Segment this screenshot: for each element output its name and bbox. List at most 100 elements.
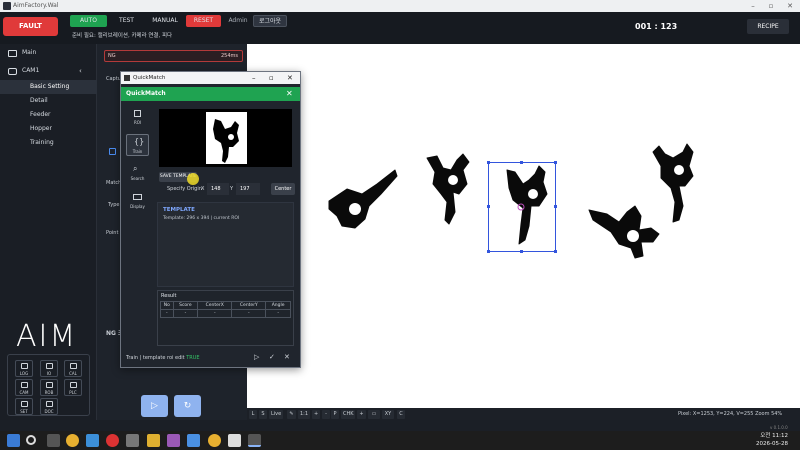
dialog-header: QuickMatch ✕ [121, 87, 300, 101]
ruler-icon[interactable]: ▭ [368, 410, 380, 419]
maximize-icon[interactable]: ▫ [762, 0, 780, 12]
sidebar-item-feeder[interactable]: Feeder [0, 108, 97, 122]
tool-live[interactable]: Live [269, 410, 283, 419]
monitor-icon [8, 50, 17, 57]
template-preview [159, 109, 292, 167]
ng-label: NG [108, 53, 116, 59]
clock-time: 오전 11:12 [760, 433, 788, 439]
template-section: TEMPLATE Template: 296 x 394 | current R… [157, 202, 294, 287]
image-viewer[interactable] [247, 44, 800, 408]
tool-doc[interactable]: DOC [40, 398, 58, 415]
fault-button[interactable]: FAULT [3, 17, 58, 36]
check-icon[interactable]: ✓ [269, 353, 275, 361]
app-icon-3[interactable] [106, 434, 119, 447]
sidebar-item-hopper[interactable]: Hopper [0, 122, 97, 136]
chrome-icon-2[interactable] [208, 434, 221, 447]
taskview-icon[interactable] [47, 434, 60, 447]
user-label: Admin [228, 17, 248, 24]
io-icon [46, 363, 53, 369]
sidebar-main-label: Main [22, 49, 37, 56]
x-label: X [201, 186, 205, 192]
app-icon-7[interactable] [228, 434, 241, 447]
cell-angle: - [265, 309, 291, 318]
close-window-icon[interactable]: ✕ [781, 0, 799, 12]
app-icon-6[interactable] [187, 434, 200, 447]
sidebar-item-main[interactable]: Main [0, 46, 97, 60]
origin-x-input[interactable]: 148 [207, 183, 229, 195]
app-icon-5[interactable] [167, 434, 180, 447]
manual-button[interactable]: MANUAL [147, 15, 183, 27]
play-button[interactable]: ▷ [141, 395, 168, 417]
dialog-minimize-icon[interactable]: – [252, 72, 256, 84]
tool-log[interactable]: LOG [15, 360, 33, 377]
center-button[interactable]: Center [271, 183, 295, 195]
pixel-readout: Pixel: X=1253, Y=224, V=255 Zoom 54% [678, 411, 783, 417]
zoom-in-button[interactable]: + [312, 410, 320, 419]
sidebar-item-cam1[interactable]: CAM1 ‹ [0, 64, 97, 78]
braces-icon: {} [134, 137, 145, 146]
sidebar-item-detail[interactable]: Detail [0, 94, 97, 108]
tool-plus-icon[interactable]: + [357, 410, 366, 419]
reset-button[interactable]: RESET [186, 15, 221, 27]
minimize-icon[interactable]: – [744, 0, 762, 12]
sidebar-item-basic-setting[interactable]: Basic Setting [0, 80, 97, 94]
taskbar-search-icon[interactable] [26, 435, 36, 445]
tool-chk[interactable]: CHK [341, 410, 355, 419]
template-info: Template: 296 x 394 | current ROI [163, 216, 240, 221]
auto-button[interactable]: AUTO [70, 15, 107, 27]
tool-xy[interactable]: XY [382, 410, 394, 419]
app-icon-4[interactable] [126, 434, 139, 447]
tool-grid: LOG IO CAL CAM ROB PLC SET DOC [7, 354, 90, 416]
run-icon[interactable]: ▷ [254, 353, 259, 361]
cam-icon [21, 382, 28, 388]
app-icon-2[interactable] [86, 434, 99, 447]
plc-icon [70, 382, 77, 388]
tool-plc[interactable]: PLC [64, 379, 82, 396]
start-icon[interactable] [7, 434, 20, 447]
dialog-header-label: QuickMatch [126, 90, 166, 97]
match-label: Match [106, 180, 122, 186]
tool-p[interactable]: P [331, 410, 339, 419]
tab-roi[interactable]: ROI [126, 106, 149, 128]
recipe-button[interactable]: RECIPE [747, 19, 789, 34]
tool-s[interactable]: S [259, 410, 267, 419]
dialog-maximize-icon[interactable]: ▫ [269, 72, 274, 84]
tool-io[interactable]: IO [40, 360, 58, 377]
display-icon [133, 194, 142, 200]
tab-train[interactable]: {} Train [126, 134, 149, 156]
tool-c[interactable]: C [397, 410, 405, 419]
tool-1to1[interactable]: 1:1 [298, 410, 310, 419]
col-centerx: CenterX [197, 301, 233, 310]
checkbox[interactable] [109, 148, 116, 155]
header-close-icon[interactable]: ✕ [286, 87, 293, 101]
origin-label: Specify Origin [167, 186, 202, 192]
tool-cal[interactable]: CAL [64, 360, 82, 377]
chevron-left-icon[interactable]: ‹ [79, 64, 82, 78]
zoom-out-button[interactable]: - [322, 410, 330, 419]
doc-icon [46, 401, 53, 407]
test-button[interactable]: TEST [110, 15, 143, 27]
set-icon [21, 401, 28, 407]
dialog-close-icon[interactable]: ✕ [287, 72, 293, 84]
logout-button[interactable]: 로그아웃 [253, 15, 287, 27]
tool-cam[interactable]: CAM [15, 379, 33, 396]
aimfactory-task-icon[interactable] [248, 434, 261, 447]
tab-search[interactable]: ⌕ Search [126, 162, 149, 184]
origin-y-input[interactable]: 197 [236, 183, 260, 195]
refresh-button[interactable]: ↻ [174, 395, 201, 417]
tool-set[interactable]: SET [15, 398, 33, 415]
tool-rob[interactable]: ROB [40, 379, 58, 396]
sidebar-item-training[interactable]: Training [0, 136, 97, 150]
part-shape-3 [506, 165, 548, 245]
quickmatch-dialog: QuickMatch – ▫ ✕ QuickMatch ✕ ROI {} Tra… [120, 71, 301, 368]
tool-l[interactable]: L [249, 410, 257, 419]
cal-icon [70, 363, 77, 369]
tool-io-label: IO [46, 371, 52, 376]
tab-display[interactable]: Display [126, 190, 149, 212]
cursor-highlight [187, 173, 199, 185]
chrome-icon[interactable] [66, 434, 79, 447]
pen-icon[interactable]: ✎ [287, 410, 296, 419]
tool-plc-label: PLC [69, 390, 77, 395]
folder-icon[interactable] [147, 434, 160, 447]
cancel-icon[interactable]: ✕ [284, 353, 290, 361]
